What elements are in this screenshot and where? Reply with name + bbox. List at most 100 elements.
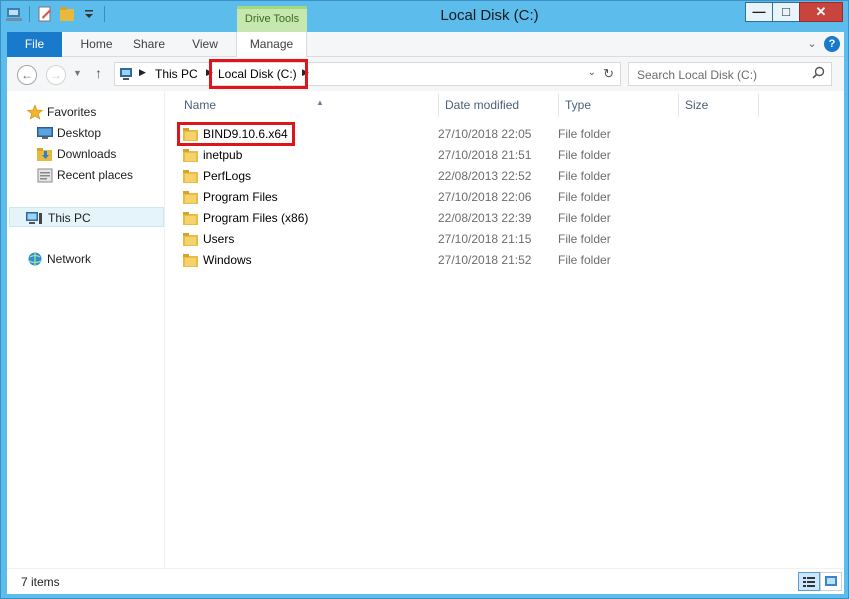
table-row[interactable]: Program Files (x86) 22/08/2013 22:39 Fil… — [177, 208, 777, 229]
column-header-label: Name — [184, 98, 217, 112]
ribbon-tabs: File Home Share View Manage ⌄ ? — [7, 32, 844, 57]
tab-home[interactable]: Home — [69, 32, 124, 57]
tab-file[interactable]: File — [7, 32, 62, 57]
nav-label: This PC — [48, 211, 91, 225]
navigation-bar: ← → ▼ ↑ ▶ This PC ▶ Local Disk (C:) ▶ ⌄ … — [7, 57, 844, 91]
column-header-size[interactable]: Size — [679, 94, 759, 117]
back-button[interactable]: ← — [17, 65, 37, 85]
breadcrumb-this-pc[interactable]: This PC — [155, 67, 198, 81]
highlight-box-address — [209, 59, 308, 89]
help-icon[interactable]: ? — [824, 36, 840, 52]
file-name: inetpub — [203, 148, 243, 162]
file-list: ▲ Name Date modified Type Size BIND9.10.… — [165, 91, 844, 568]
column-header-name[interactable]: ▲ Name — [178, 94, 439, 117]
nav-favorites[interactable]: Favorites — [26, 102, 157, 122]
maximize-icon: □ — [782, 4, 790, 19]
folder-icon — [183, 212, 199, 225]
nav-desktop[interactable]: Desktop — [37, 123, 157, 143]
file-type: File folder — [558, 190, 611, 204]
expand-ribbon-icon[interactable]: ⌄ — [804, 36, 820, 52]
explorer-window: Drive Tools Local Disk (C:) — □ ✕ File H… — [0, 0, 849, 599]
table-row[interactable]: PerfLogs 22/08/2013 22:52 File folder — [177, 166, 777, 187]
table-row[interactable]: Program Files 27/10/2018 22:06 File fold… — [177, 187, 777, 208]
navigation-pane: Favorites Desktop Downloads Recent place… — [7, 91, 165, 568]
search-icon[interactable] — [812, 66, 825, 82]
column-header-type[interactable]: Type — [559, 94, 679, 117]
table-row[interactable]: inetpub 27/10/2018 21:51 File folder — [177, 145, 777, 166]
tab-view[interactable]: View — [180, 32, 230, 57]
file-name: PerfLogs — [203, 169, 252, 183]
downloads-icon — [37, 147, 53, 161]
file-date: 27/10/2018 22:05 — [438, 127, 532, 141]
folder-icon — [183, 233, 199, 246]
up-button[interactable]: ↑ — [95, 65, 102, 81]
forward-button[interactable]: → — [46, 65, 66, 85]
breadcrumb-arrow[interactable]: ▶ — [139, 67, 146, 78]
file-type: File folder — [558, 211, 611, 225]
network-icon — [27, 252, 43, 266]
highlight-box-bind-folder — [177, 122, 295, 146]
tab-share[interactable]: Share — [124, 32, 174, 57]
nav-label: Favorites — [47, 105, 97, 119]
folder-icon — [183, 191, 199, 204]
file-name: Program Files (x86) — [203, 211, 309, 225]
close-icon: ✕ — [815, 4, 827, 19]
file-type: File folder — [558, 127, 611, 141]
file-name: Program Files — [203, 190, 278, 204]
nav-this-pc[interactable]: This PC — [9, 207, 164, 227]
status-bar: 7 items — [7, 568, 844, 594]
table-row[interactable]: Windows 27/10/2018 21:52 File folder — [177, 250, 777, 271]
details-view-icon — [803, 577, 815, 587]
nav-recent-places[interactable]: Recent places — [37, 165, 157, 185]
file-date: 27/10/2018 22:06 — [438, 190, 532, 204]
title-bar: Drive Tools Local Disk (C:) — □ ✕ — [1, 1, 848, 32]
large-icons-view-button[interactable] — [820, 572, 842, 591]
nav-downloads[interactable]: Downloads — [37, 144, 157, 164]
folder-icon — [183, 254, 199, 267]
desktop-icon — [37, 126, 53, 140]
nav-network[interactable]: Network — [27, 249, 157, 269]
recent-locations-icon[interactable]: ▼ — [73, 68, 82, 78]
this-pc-icon — [119, 66, 135, 85]
file-date: 27/10/2018 21:15 — [438, 232, 532, 246]
window-title-text: Local Disk (C:) — [440, 7, 539, 24]
file-date: 22/08/2013 22:39 — [438, 211, 532, 225]
star-icon — [26, 104, 44, 120]
file-type: File folder — [558, 148, 611, 162]
file-type: File folder — [558, 169, 611, 183]
window-controls: — □ ✕ — [745, 2, 843, 22]
nav-label: Network — [47, 252, 92, 266]
file-date: 27/10/2018 21:51 — [438, 148, 532, 162]
folder-icon — [183, 149, 199, 162]
minimize-button[interactable]: — — [745, 2, 773, 22]
tab-manage[interactable]: Manage — [236, 32, 307, 57]
table-row[interactable]: Users 27/10/2018 21:15 File folder — [177, 229, 777, 250]
window-title: Local Disk (C:) — [1, 7, 848, 24]
file-name: Users — [203, 232, 235, 246]
file-type: File folder — [558, 232, 611, 246]
file-name: Windows — [203, 253, 252, 267]
large-icons-view-icon — [825, 576, 837, 586]
maximize-button[interactable]: □ — [772, 2, 800, 22]
file-type: File folder — [558, 253, 611, 267]
nav-label: Downloads — [57, 147, 117, 161]
minimize-icon: — — [752, 4, 766, 19]
close-button[interactable]: ✕ — [799, 2, 843, 22]
search-box[interactable]: Search Local Disk (C:) — [628, 62, 832, 86]
nav-label: Recent places — [57, 168, 134, 182]
sort-ascending-icon: ▲ — [316, 98, 324, 107]
address-dropdown-icon[interactable]: ⌄ — [588, 67, 596, 78]
recent-places-icon — [37, 168, 53, 183]
column-header-date[interactable]: Date modified — [439, 94, 559, 117]
details-view-button[interactable] — [798, 572, 820, 591]
address-bar[interactable]: ▶ This PC ▶ Local Disk (C:) ▶ ⌄ ↻ — [114, 62, 621, 86]
search-placeholder: Search Local Disk (C:) — [637, 68, 758, 82]
refresh-icon[interactable]: ↻ — [603, 66, 614, 82]
item-count: 7 items — [21, 575, 60, 589]
content-area: Favorites Desktop Downloads Recent place… — [7, 91, 844, 568]
file-date: 27/10/2018 21:52 — [438, 253, 532, 267]
file-date: 22/08/2013 22:52 — [438, 169, 532, 183]
computer-icon — [26, 211, 42, 225]
nav-label: Desktop — [57, 126, 102, 140]
folder-icon — [183, 170, 199, 183]
